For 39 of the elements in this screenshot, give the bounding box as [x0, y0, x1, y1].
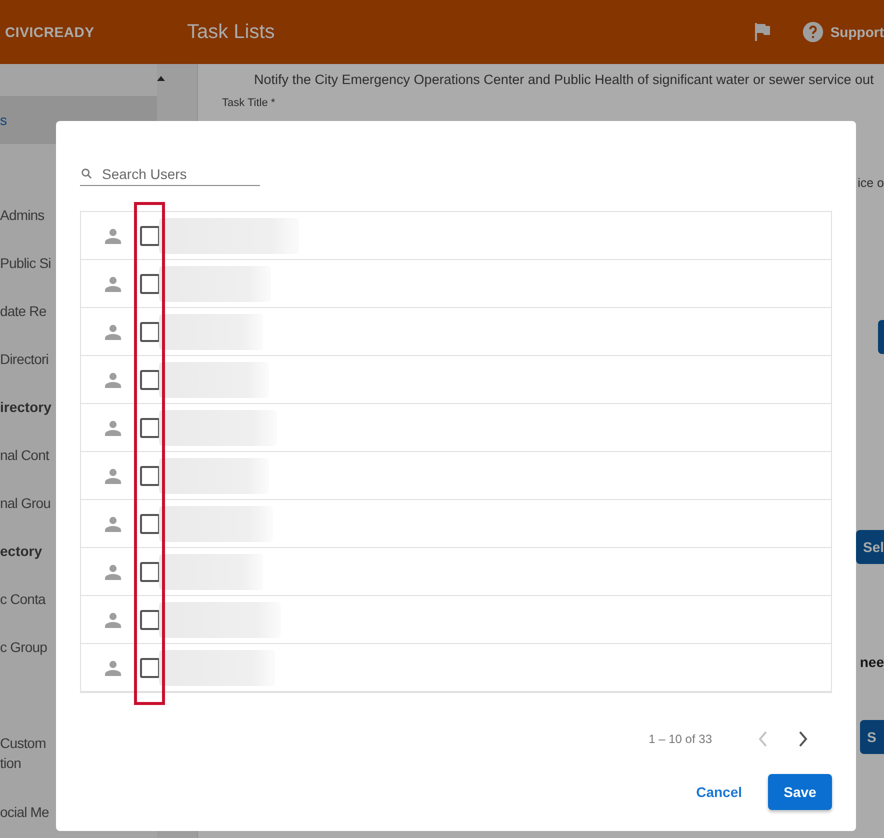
support-link[interactable]: Support — [830, 24, 884, 40]
person-icon — [105, 660, 121, 676]
field-label: Task Title * — [222, 97, 276, 109]
sidebar-item[interactable]: date Re — [0, 287, 46, 335]
sidebar-item[interactable]: ocial Me — [0, 788, 49, 836]
person-icon — [105, 372, 121, 388]
person-icon — [105, 324, 121, 340]
person-icon — [105, 612, 121, 628]
section-heading: ectory — [0, 542, 42, 561]
sidebar-item[interactable]: c Group — [0, 623, 47, 671]
select-button[interactable]: Sel — [856, 530, 884, 564]
page-range: 1 – 10 of 33 — [648, 732, 712, 746]
sidebar-item[interactable]: Custom tion — [0, 718, 46, 788]
flag-icon[interactable] — [754, 23, 770, 41]
person-icon — [105, 516, 121, 532]
sidebar-item[interactable]: nal Cont — [0, 431, 49, 479]
person-icon — [105, 564, 121, 580]
person-icon — [105, 228, 121, 244]
person-icon — [105, 468, 121, 484]
next-page-icon[interactable] — [798, 731, 808, 747]
select-button[interactable] — [878, 320, 884, 354]
task-description: Notify the City Emergency Operations Center and Public Health of significant water or sewer service out — [254, 72, 875, 87]
sidebar-item[interactable]: c Conta — [0, 575, 46, 623]
cancel-button[interactable]: Cancel — [694, 774, 744, 810]
section-heading: irectory — [0, 398, 52, 417]
field-text: ice o — [856, 176, 884, 190]
person-icon — [105, 420, 121, 436]
scroll-up-icon[interactable] — [157, 76, 165, 81]
sidebar-item[interactable]: Admins — [0, 191, 44, 239]
page-title: Task Lists — [187, 20, 275, 44]
save-button[interactable]: Save — [768, 774, 832, 810]
help-icon[interactable] — [802, 21, 824, 43]
logo[interactable]: CIVICREADY — [5, 24, 187, 40]
person-icon — [105, 276, 121, 292]
sidebar-item[interactable]: nal Grou — [0, 479, 50, 527]
sidebar-item[interactable]: Public Si — [0, 239, 51, 287]
column-header: nee — [860, 654, 884, 670]
select-button[interactable]: S — [860, 720, 884, 754]
sidebar-item[interactable]: Directori — [0, 335, 49, 383]
